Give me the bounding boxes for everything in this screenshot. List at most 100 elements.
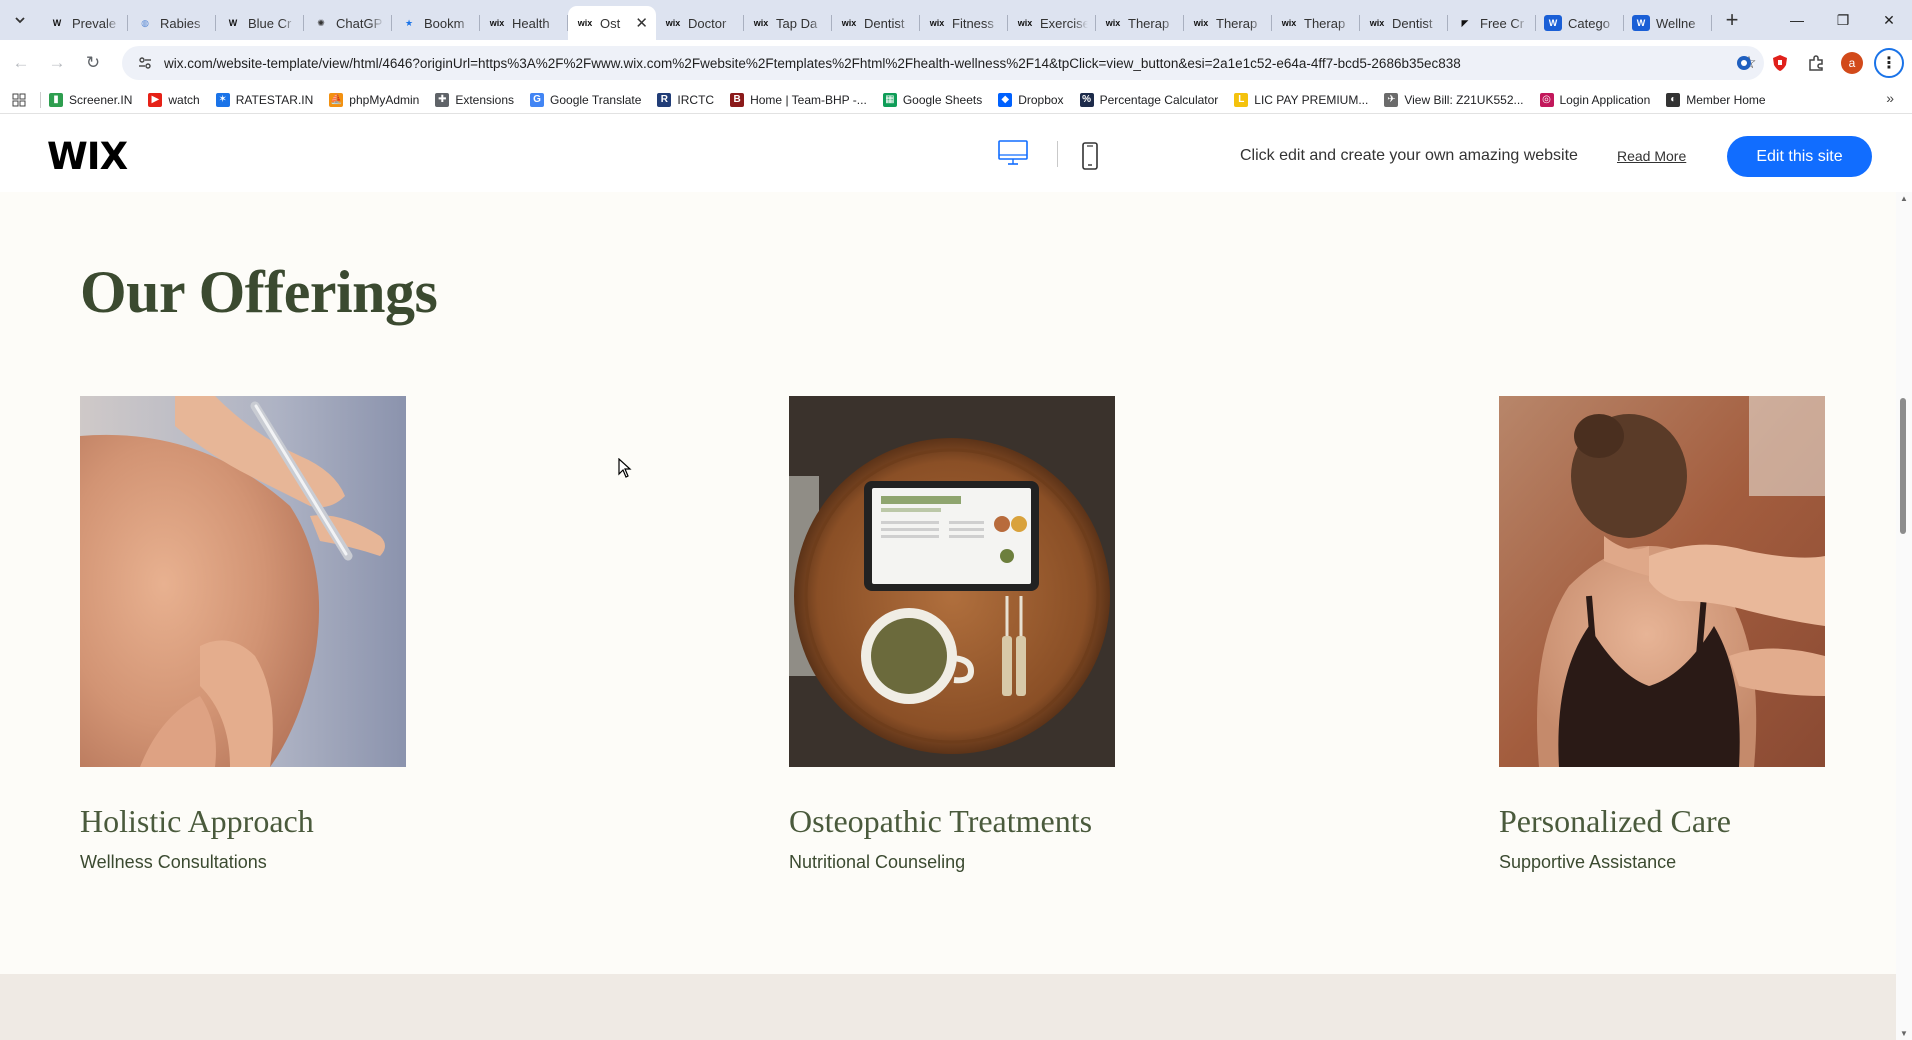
browser-tab[interactable]: W Prevale: [40, 6, 128, 40]
tab-title: Therap: [1216, 15, 1258, 31]
bookmark-item[interactable]: ◆ Dropbox: [998, 92, 1064, 107]
browser-tab[interactable]: wix Exercise: [1008, 6, 1096, 40]
osteopathic-treatments-image: [789, 396, 1115, 767]
browser-tab[interactable]: wix Therap: [1184, 6, 1272, 40]
browser-tab[interactable]: wix Doctor: [656, 6, 744, 40]
browser-tab[interactable]: wix Dentist: [832, 6, 920, 40]
browser-tab[interactable]: wix Dentist: [1360, 6, 1448, 40]
url-text[interactable]: wix.com/website-template/view/html/4646?…: [164, 56, 1734, 71]
bookmark-label: RATESTAR.IN: [235, 92, 314, 107]
bookmark-favicon-icon: G: [530, 92, 545, 107]
bookmark-item[interactable]: L LIC PAY PREMIUM...: [1234, 92, 1368, 107]
close-window-icon[interactable]: ✕: [1866, 0, 1912, 40]
wix-icon: wix: [665, 18, 681, 28]
bookmark-label: phpMyAdmin: [349, 92, 420, 107]
bookmarks-divider: [40, 91, 41, 108]
extension-area: a ⋮: [1730, 48, 1904, 78]
browser-tab[interactable]: wix Therap: [1096, 6, 1184, 40]
mobile-view-icon[interactable]: [1081, 142, 1099, 175]
forward-icon[interactable]: →: [42, 48, 72, 78]
minimize-icon[interactable]: —: [1774, 0, 1820, 40]
bookmark-item[interactable]: ◐ Member Home: [1666, 92, 1766, 107]
bookmark-icon: ★: [404, 17, 414, 28]
browser-tab[interactable]: wix Therap: [1272, 6, 1360, 40]
bookmark-item[interactable]: ▮ Screener.IN: [49, 92, 132, 107]
wix-icon: wix: [841, 18, 857, 28]
bookmark-favicon-icon: R: [657, 92, 672, 107]
browser-tab[interactable]: wix Ost ✕: [568, 6, 656, 40]
bookmark-item[interactable]: ✚ Extensions: [435, 92, 515, 107]
website-preview: Our Offerings Holistic Approach Wellness…: [0, 192, 1896, 1040]
bookmark-item[interactable]: ◎ Login Application: [1539, 92, 1650, 107]
more-bookmarks-icon[interactable]: »: [1886, 90, 1894, 106]
tab-title: Prevale: [72, 15, 117, 31]
bookmark-item[interactable]: ✈ View Bill: Z21UK552...: [1384, 92, 1524, 107]
browser-tab[interactable]: wix Health: [480, 6, 568, 40]
read-more-link[interactable]: Read More: [1617, 148, 1686, 164]
mouse-pointer-icon: [618, 457, 632, 483]
tab-title: Tap Da: [776, 15, 818, 31]
bookmark-item[interactable]: G Google Translate: [530, 92, 641, 107]
bookmark-item[interactable]: ⛵ phpMyAdmin: [329, 92, 420, 107]
card-subtitle: Nutritional Counseling: [789, 852, 966, 872]
bookmark-item[interactable]: ▦ Google Sheets: [882, 92, 982, 107]
address-bar[interactable]: wix.com/website-template/view/html/4646?…: [122, 46, 1764, 80]
card-subtitle: Supportive Assistance: [1499, 852, 1677, 872]
device-toggle-divider: [1057, 141, 1058, 167]
browser-tab[interactable]: W Catego: [1536, 6, 1624, 40]
vpn-extension-icon[interactable]: [1730, 49, 1758, 77]
bookmark-item[interactable]: R IRCTC: [657, 92, 714, 107]
browser-menu-icon[interactable]: ⋮: [1874, 48, 1904, 78]
bookmarks-bar: ▮ Screener.IN ▶ watch ✶ RATESTAR.IN ⛵ phpMyAdmi…: [0, 86, 1912, 114]
scroll-down-icon[interactable]: ▼: [1900, 1029, 1908, 1038]
wix-logo[interactable]: WIX: [47, 135, 128, 178]
offering-card-personalized[interactable]: Personalized Care Supportive Assistance: [1499, 396, 1825, 873]
wix-icon: wix: [1105, 18, 1121, 28]
restore-icon[interactable]: ❐: [1820, 0, 1866, 40]
tab-strip: W Prevale ◍ Rabies W Blue Cr ✺ ChatGP ★ Bookm wix H…: [0, 0, 1912, 40]
tab-title: Bookm: [424, 15, 465, 31]
apps-grid-icon[interactable]: [0, 93, 38, 107]
close-tab-icon[interactable]: ✕: [635, 14, 648, 32]
profile-avatar[interactable]: a: [1838, 49, 1866, 77]
globe-icon: ◍: [141, 17, 149, 28]
browser-tab[interactable]: W Blue Cr: [216, 6, 304, 40]
chatgpt-icon: ✺: [317, 17, 325, 28]
tab-search-chevron-icon[interactable]: [0, 0, 40, 40]
bookmark-favicon-icon: ⛵: [329, 92, 344, 107]
page-scrollbar[interactable]: ▲ ▼: [1896, 192, 1912, 1040]
browser-tab[interactable]: W Wellne: [1624, 6, 1712, 40]
bookmark-item[interactable]: B Home | Team-BHP -...: [730, 92, 867, 107]
desktop-view-icon[interactable]: [998, 140, 1028, 171]
browser-tab[interactable]: wix Tap Da: [744, 6, 832, 40]
edit-this-site-button[interactable]: Edit this site: [1727, 136, 1872, 177]
browser-tab[interactable]: ★ Bookm: [392, 6, 480, 40]
browser-tab[interactable]: ◍ Rabies: [128, 6, 216, 40]
extensions-puzzle-icon[interactable]: [1802, 49, 1830, 77]
holistic-approach-image: [80, 396, 406, 767]
bookmark-item[interactable]: % Percentage Calculator: [1079, 92, 1218, 107]
site-info-icon[interactable]: [136, 54, 154, 72]
tab-title: Therap: [1128, 15, 1170, 31]
wix-icon: wix: [1369, 18, 1385, 28]
offering-card-osteopathic[interactable]: Osteopathic Treatments Nutritional Couns…: [789, 396, 1115, 873]
next-section-band: [0, 974, 1896, 1040]
wix-icon: wix: [1193, 18, 1209, 28]
bookmark-label: Extensions: [455, 92, 515, 107]
browser-tab[interactable]: ✺ ChatGP: [304, 6, 392, 40]
section-title: Our Offerings: [80, 259, 438, 325]
scrollbar-thumb[interactable]: [1900, 398, 1906, 534]
scroll-up-icon[interactable]: ▲: [1900, 194, 1908, 203]
browser-toolbar: ← → ↻ wix.com/website-template/view/html…: [0, 40, 1912, 86]
shield-extension-icon[interactable]: [1766, 49, 1794, 77]
bookmark-favicon-icon: ✚: [435, 92, 450, 107]
bookmark-item[interactable]: ▶ watch: [148, 92, 200, 107]
bookmark-item[interactable]: ✶ RATESTAR.IN: [215, 92, 314, 107]
browser-tab[interactable]: ◤ Free Cr: [1448, 6, 1536, 40]
back-icon[interactable]: ←: [6, 48, 36, 78]
browser-tab[interactable]: wix Fitness: [920, 6, 1008, 40]
reload-icon[interactable]: ↻: [78, 48, 108, 78]
offering-card-holistic[interactable]: Holistic Approach Wellness Consultations: [80, 396, 406, 873]
tab-title: Ost: [600, 15, 621, 31]
new-tab-button[interactable]: +: [1716, 4, 1748, 36]
